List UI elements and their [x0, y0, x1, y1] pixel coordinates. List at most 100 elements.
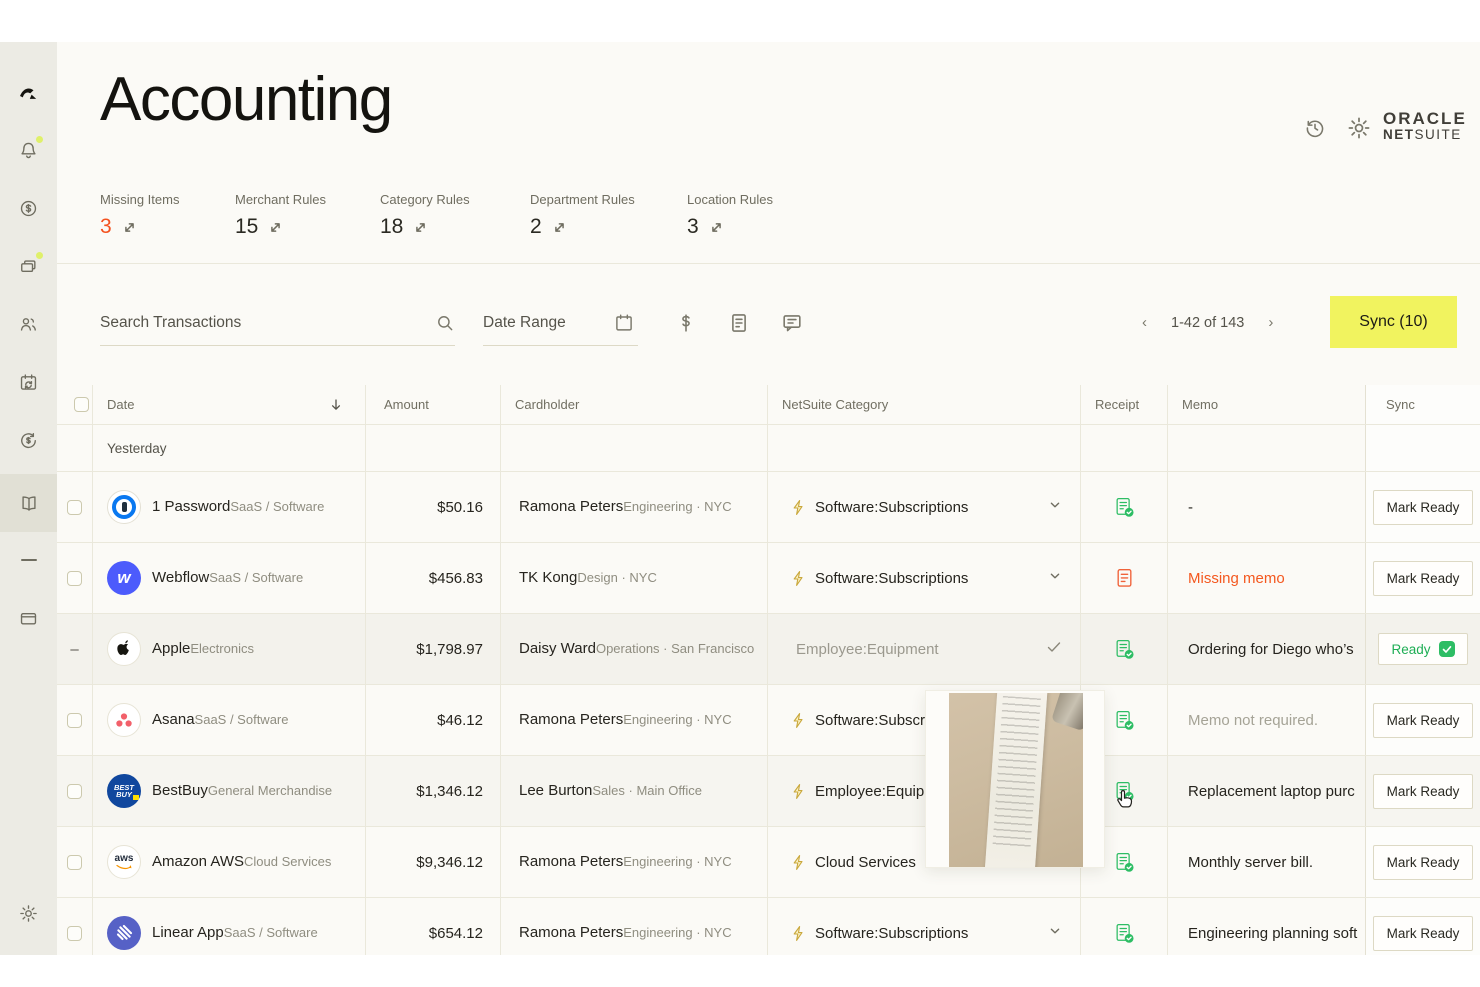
col-cardholder[interactable]: Cardholder [500, 385, 767, 424]
row-checkbox[interactable] [67, 784, 82, 799]
search-transactions-field[interactable] [100, 300, 455, 346]
receipt-verified-icon[interactable] [1115, 639, 1134, 660]
row-checkbox[interactable] [67, 855, 82, 870]
select-all-checkbox[interactable] [74, 397, 89, 412]
date-range-label: Date Range [483, 314, 566, 332]
receipt-verified-icon[interactable] [1115, 923, 1134, 944]
row-checkbox[interactable] [67, 713, 82, 728]
receipt-cell[interactable] [1080, 472, 1167, 542]
sidebar-item-collapse[interactable] [0, 536, 57, 584]
memo-cell[interactable]: Missing memo [1167, 543, 1365, 613]
col-memo[interactable]: Memo [1167, 385, 1365, 424]
row-checkbox[interactable] [67, 500, 82, 515]
sidebar-item-payments[interactable] [0, 184, 57, 232]
chevron-down-icon[interactable] [1048, 569, 1062, 583]
sidebar-item-settings[interactable] [0, 889, 57, 937]
sort-desc-icon[interactable] [329, 398, 343, 412]
sidebar-item-people[interactable] [0, 300, 57, 348]
receipt-cell[interactable] [1080, 543, 1167, 613]
netsuite-category-value[interactable]: Software:Subscriptions [815, 925, 968, 942]
header-settings-icon[interactable] [1347, 116, 1373, 142]
cardholder-name: Daisy Ward [519, 640, 596, 657]
memo-cell[interactable]: Memo not required. [1167, 685, 1365, 755]
sidebar-item-schedule[interactable] [0, 358, 57, 406]
netsuite-category-cell[interactable]: Software:Subscriptions [767, 543, 1080, 613]
col-date[interactable]: Date [92, 385, 365, 424]
mark-ready-button[interactable]: Mark Ready [1373, 703, 1474, 738]
ramp-logo[interactable] [0, 68, 57, 116]
receipt-verified-icon[interactable] [1115, 710, 1134, 731]
sidebar-item-cards[interactable] [0, 242, 57, 290]
date-range-picker[interactable]: Date Range [483, 300, 638, 346]
credit-card-icon [19, 609, 38, 628]
memo-cell[interactable]: Engineering planning soft [1167, 898, 1365, 955]
expand-icon[interactable] [268, 220, 283, 235]
row-checkbox[interactable] [67, 571, 82, 586]
mark-ready-button[interactable]: Mark Ready [1373, 490, 1474, 525]
memo-cell[interactable]: - [1167, 472, 1365, 542]
col-amount[interactable]: Amount [365, 385, 500, 424]
expand-icon[interactable] [552, 220, 567, 235]
expand-icon[interactable] [122, 220, 137, 235]
receipt-cell[interactable] [1080, 898, 1167, 955]
amount-filter-icon[interactable] [675, 312, 697, 334]
amount-cell: $50.16 [365, 472, 500, 542]
receipt-preview-popup[interactable] [925, 690, 1105, 868]
memo-filter-icon[interactable] [781, 312, 803, 334]
sidebar-item-card[interactable] [0, 594, 57, 642]
ready-button[interactable]: Ready [1378, 633, 1467, 665]
stat-label: Department Rules [530, 192, 635, 207]
netsuite-category-value[interactable]: Cloud Services [815, 854, 916, 871]
memo-cell[interactable]: Replacement laptop purc [1167, 756, 1365, 826]
memo-cell[interactable]: Monthly server bill. [1167, 827, 1365, 897]
mark-ready-button[interactable]: Mark Ready [1373, 916, 1474, 951]
sidebar-item-accounting[interactable] [0, 474, 57, 532]
row-checkbox-indeterminate[interactable]: – [70, 641, 78, 658]
netsuite-category-cell[interactable]: Software:Subscriptions [767, 898, 1080, 955]
sidebar [0, 42, 57, 955]
stat-label: Category Rules [380, 192, 470, 207]
top-strip [0, 0, 1480, 42]
netsuite-category-cell[interactable]: Employee:Equipment [767, 614, 1080, 684]
stat-missing-items: Missing Items 3 [100, 192, 179, 239]
chevron-down-icon[interactable] [1048, 498, 1062, 512]
receipt-verified-icon[interactable] [1115, 497, 1134, 518]
receipt-verified-icon[interactable] [1115, 852, 1134, 873]
cardholder-name: Ramona Peters [519, 924, 623, 941]
pagination-prev[interactable]: ‹ [1142, 314, 1147, 331]
merchant-category: SaaS / Software [209, 570, 303, 585]
netsuite-category-value[interactable]: Software:Subscriptions [815, 570, 968, 587]
sidebar-item-reimbursements[interactable] [0, 416, 57, 464]
netsuite-category-value[interactable]: Software:Subscriptions [815, 499, 968, 516]
netsuite-category-value[interactable]: Employee:Equipment [796, 641, 939, 658]
row-checkbox[interactable] [67, 926, 82, 941]
sync-button[interactable]: Sync (10) [1330, 296, 1457, 348]
mark-ready-button[interactable]: Mark Ready [1373, 845, 1474, 880]
col-category[interactable]: NetSuite Category [767, 385, 1080, 424]
netsuite-category-cell[interactable]: Software:Subscriptions [767, 472, 1080, 542]
pagination-next[interactable]: › [1268, 314, 1273, 331]
mark-ready-button[interactable]: Mark Ready [1373, 774, 1474, 809]
memo-cell[interactable]: Ordering for Diego who’s [1167, 614, 1365, 684]
merchant-cell: 1 PasswordSaaS / Software [92, 472, 365, 542]
merchant-logo-bestbuy: BESTBUY [107, 774, 141, 808]
document-filter-icon[interactable] [728, 312, 750, 334]
expand-icon[interactable] [709, 220, 724, 235]
receipt-cell[interactable] [1080, 614, 1167, 684]
mark-ready-button[interactable]: Mark Ready [1373, 561, 1474, 596]
table-header: Date Amount Cardholder NetSuite Category… [57, 385, 1480, 425]
merchant-category: SaaS / Software [195, 712, 289, 727]
expand-icon[interactable] [413, 220, 428, 235]
chevron-down-icon[interactable] [1048, 924, 1062, 938]
receipt-missing-icon[interactable] [1116, 568, 1133, 588]
history-icon[interactable] [1303, 116, 1329, 142]
merchant-category: SaaS / Software [224, 925, 318, 940]
col-receipt[interactable]: Receipt [1080, 385, 1167, 424]
search-input[interactable] [100, 314, 435, 332]
sync-cell: Mark Ready [1365, 898, 1480, 955]
merchant-name: Linear App [152, 924, 224, 941]
cardholder-name: Lee Burton [519, 782, 592, 799]
calendar-icon [614, 313, 634, 333]
sidebar-item-notifications[interactable] [0, 126, 57, 174]
autocoded-bolt-icon [790, 570, 806, 587]
